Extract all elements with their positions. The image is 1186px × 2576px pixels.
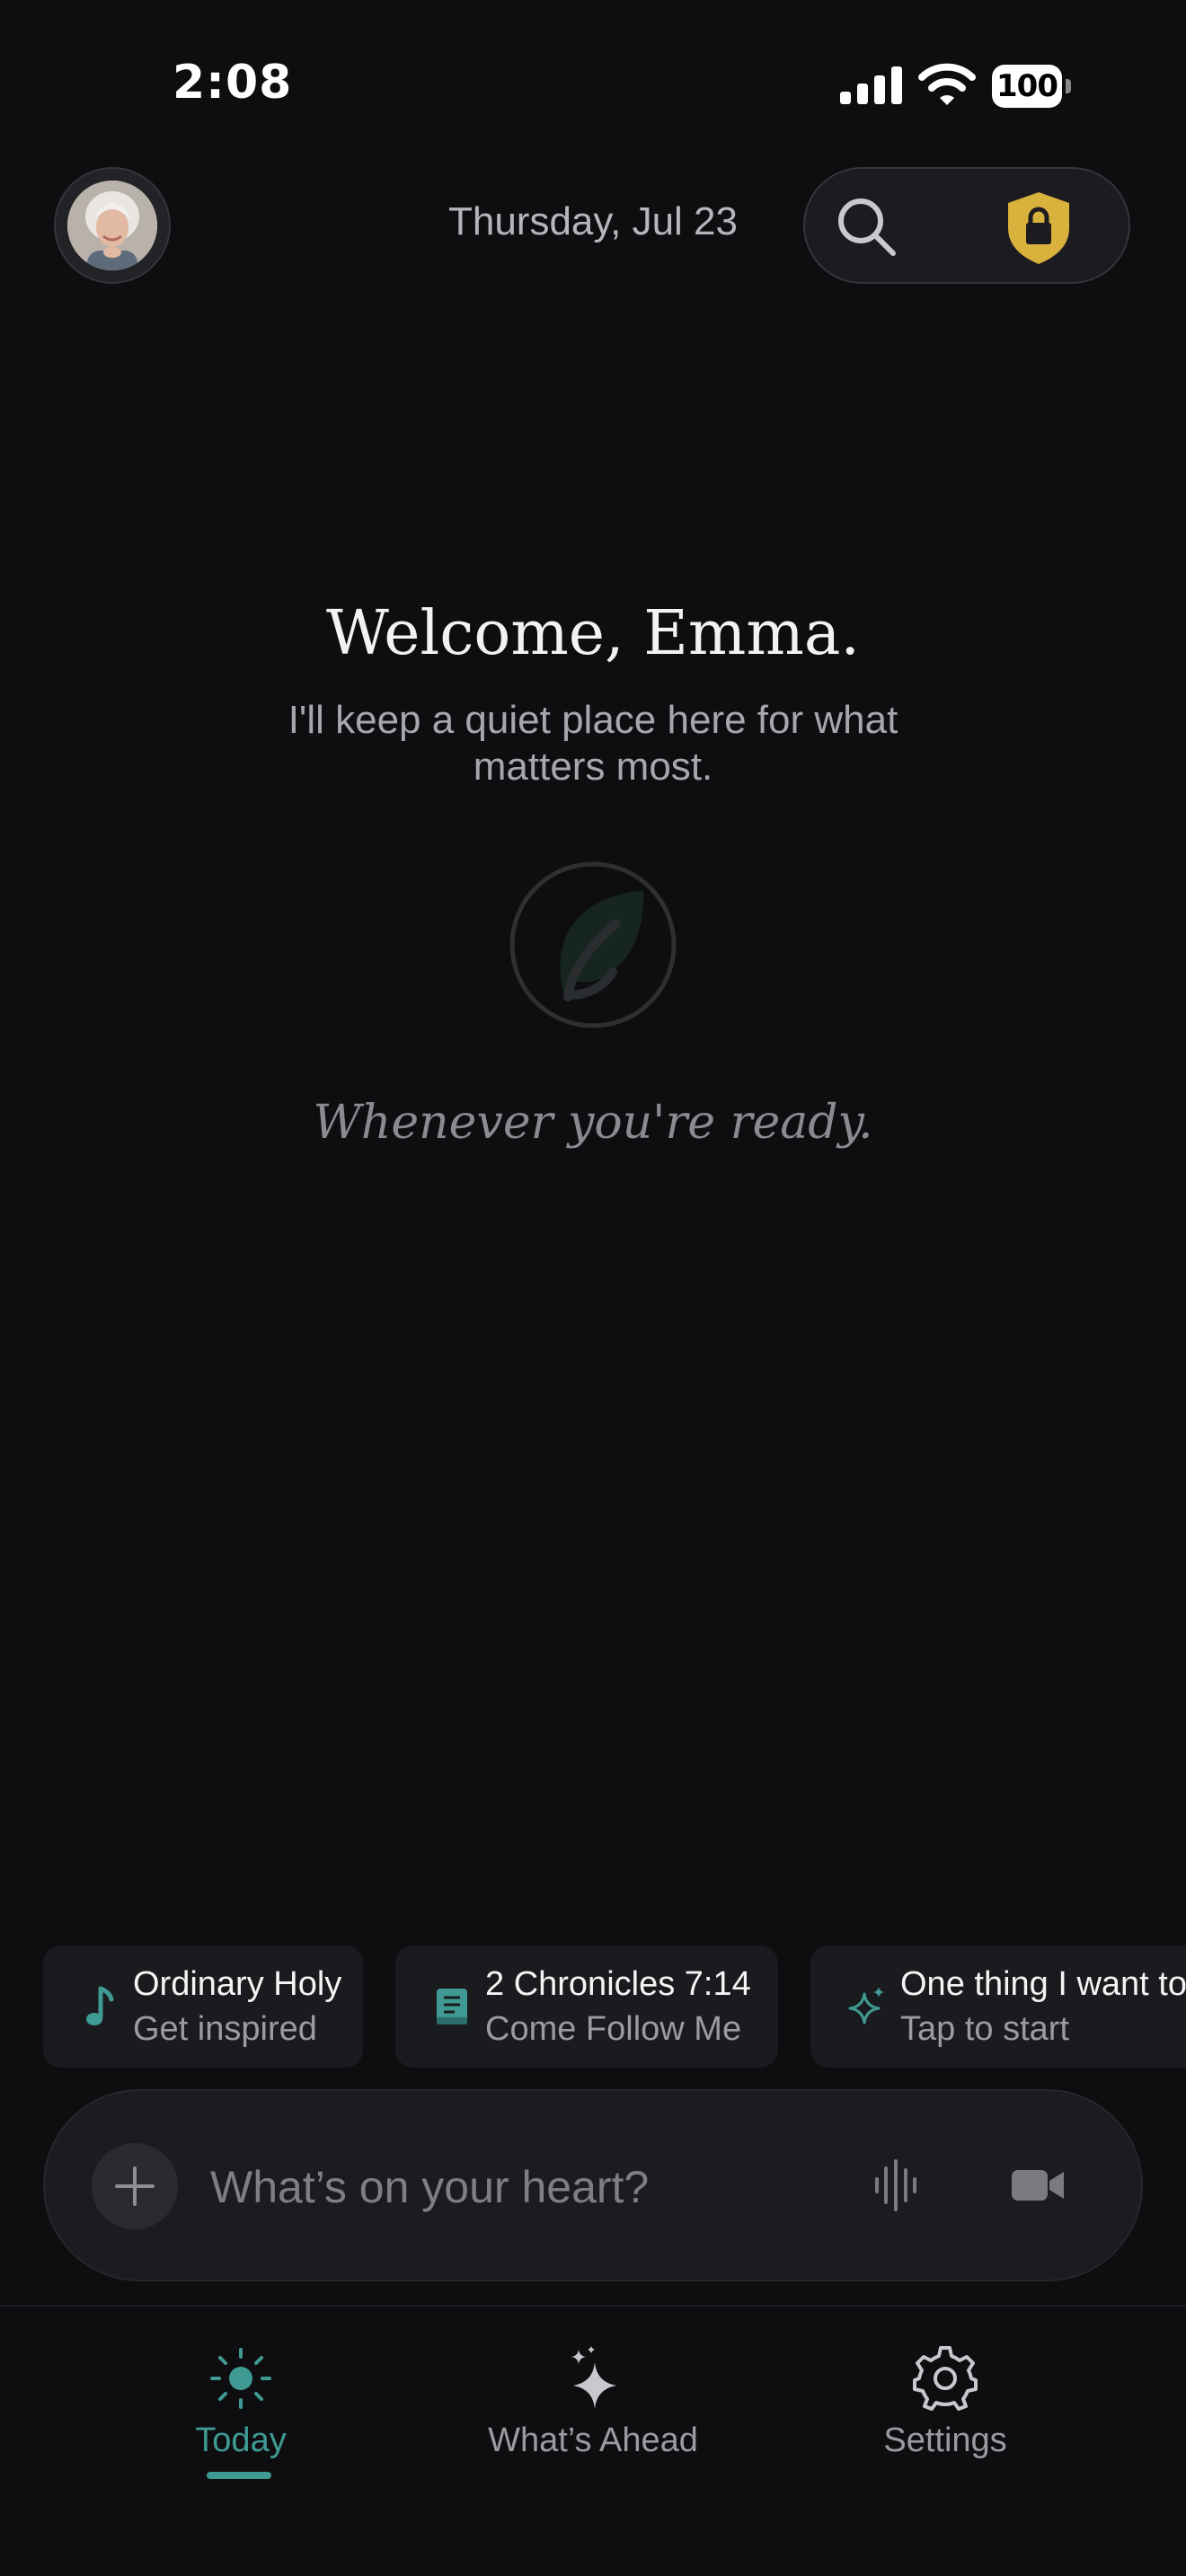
battery-icon: 100: [992, 65, 1071, 108]
tab-bar-divider: [0, 2305, 1186, 2307]
suggestion-chip-scripture[interactable]: 2 Chronicles 7:14 Come Follow Me: [395, 1945, 778, 2068]
tab-label: Today: [195, 2422, 287, 2459]
battery-level: 100: [992, 65, 1062, 108]
welcome-heading: Welcome, Emma.: [325, 598, 861, 669]
shield-lock-icon[interactable]: [1001, 189, 1076, 266]
avatar[interactable]: [54, 167, 171, 284]
cellular-signal-icon: [840, 66, 902, 104]
welcome-subtitle: I'll keep a quiet place here for what ma…: [288, 698, 898, 789]
tab-label: What’s Ahead: [488, 2422, 698, 2459]
tab-label: Settings: [883, 2422, 1007, 2459]
sparkle-icon: [848, 1987, 884, 2025]
header-actions: [803, 167, 1130, 284]
current-date: Thursday, Jul 23: [447, 199, 738, 243]
tab-today[interactable]: Today: [106, 2335, 376, 2488]
wifi-icon: [918, 63, 976, 105]
video-camera-icon[interactable]: [1010, 2163, 1066, 2208]
status-time: 2:08: [173, 56, 293, 110]
music-note-icon: [86, 1986, 114, 2025]
composer: What’s on your heart?: [43, 2089, 1143, 2281]
active-tab-indicator: [207, 2472, 271, 2479]
book-icon: [437, 1989, 467, 2025]
chip-title: Ordinary Holy: [133, 1965, 342, 2003]
chip-title: One thing I want to: [900, 1965, 1186, 2003]
leaf-icon: [509, 861, 677, 1028]
suggestion-chip-prompt[interactable]: One thing I want to Tap to start: [810, 1945, 1186, 2068]
suggestion-chip-music[interactable]: Ordinary Holy Get inspired: [43, 1945, 363, 2068]
chip-subtitle: Come Follow Me: [485, 2010, 742, 2048]
ready-prompt: Whenever you're ready.: [313, 1096, 873, 1150]
sparkles-icon: [571, 2346, 616, 2409]
sun-icon: [210, 2348, 271, 2409]
tab-whats-ahead[interactable]: What’s Ahead: [458, 2335, 728, 2488]
plus-icon: [115, 2166, 155, 2206]
composer-input[interactable]: What’s on your heart?: [210, 2161, 649, 2213]
profile-photo: [67, 181, 157, 270]
voice-waveform-icon[interactable]: [868, 2157, 924, 2213]
search-icon[interactable]: [832, 192, 900, 260]
chip-title: 2 Chronicles 7:14: [485, 1965, 751, 2003]
chip-subtitle: Tap to start: [900, 2010, 1069, 2048]
gear-icon: [913, 2346, 978, 2411]
add-button[interactable]: [92, 2143, 178, 2229]
chip-subtitle: Get inspired: [133, 2010, 317, 2048]
tab-settings[interactable]: Settings: [810, 2335, 1080, 2488]
